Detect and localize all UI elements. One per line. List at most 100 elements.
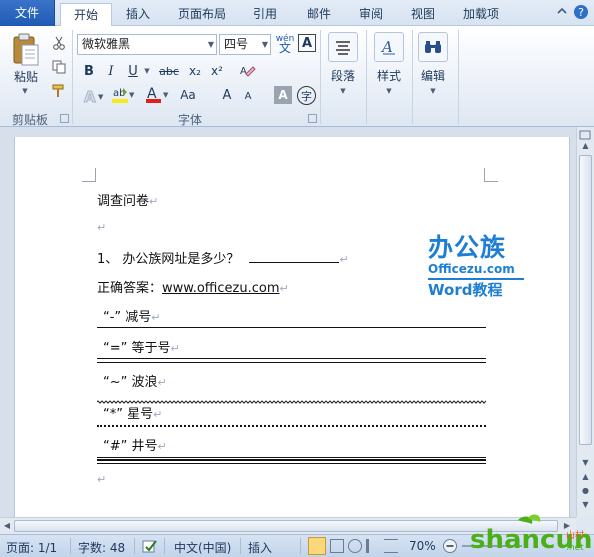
- officezu-logo: 办公族 Officezu.com Word教程: [428, 234, 524, 300]
- help-icon[interactable]: ?: [572, 4, 590, 22]
- doc-hash-line[interactable]: “#” 井号↵: [103, 435, 167, 454]
- browse-object-icon[interactable]: ●: [579, 486, 592, 498]
- doc-question[interactable]: 1、 办公族网址是多少？ ↵: [97, 248, 349, 267]
- scroll-up-arrow[interactable]: ▲: [579, 141, 592, 153]
- full-screen-reading-icon[interactable]: [330, 539, 344, 553]
- answer-url-link[interactable]: www.officezu.com: [162, 281, 279, 296]
- paragraph-mark: ↵: [149, 195, 159, 208]
- enclose-char-button[interactable]: 字: [297, 86, 316, 105]
- draft-view-icon[interactable]: [384, 539, 398, 553]
- doc-star-line[interactable]: “*” 星号↵: [103, 403, 162, 422]
- doc-minus-line[interactable]: “-” 减号↵: [103, 306, 161, 325]
- text-effect-icon[interactable]: A ▼: [80, 86, 106, 106]
- svg-text:?: ?: [578, 6, 584, 19]
- font-size-combo[interactable]: 四号 ▼: [219, 34, 271, 55]
- paragraph-icon[interactable]: [328, 32, 358, 62]
- change-case-button[interactable]: Aa: [174, 86, 202, 104]
- bold-button[interactable]: B: [80, 62, 98, 80]
- highlight-color-icon[interactable]: ab ▼: [110, 84, 136, 106]
- group-separator: [72, 30, 73, 124]
- styles-icon[interactable]: A: [374, 32, 404, 62]
- paste-dropdown-arrow[interactable]: ▼: [20, 86, 30, 96]
- format-painter-icon[interactable]: [50, 82, 68, 100]
- triple-rule-middle: [97, 459, 486, 461]
- copy-icon[interactable]: [50, 58, 68, 76]
- doc-empty-line[interactable]: ↵: [97, 472, 106, 487]
- paragraph-dropdown-arrow[interactable]: ▼: [338, 86, 348, 96]
- italic-button[interactable]: I: [102, 62, 120, 80]
- insert-mode[interactable]: 插入: [248, 539, 272, 556]
- tab-insert[interactable]: 插入: [118, 3, 158, 26]
- minimize-ribbon-icon[interactable]: [553, 4, 571, 22]
- tab-references[interactable]: 引用: [244, 3, 286, 26]
- svg-text:A: A: [240, 66, 247, 77]
- styles-button[interactable]: 样式: [370, 66, 408, 84]
- print-layout-view-icon[interactable]: [308, 537, 326, 555]
- paragraph-button[interactable]: 段落: [324, 66, 362, 84]
- editing-dropdown-arrow[interactable]: ▼: [428, 86, 438, 96]
- chevron-down-icon: ▼: [261, 40, 268, 49]
- cut-icon[interactable]: [50, 34, 68, 52]
- clipboard-launcher-icon[interactable]: [60, 114, 69, 123]
- scroll-down-arrow[interactable]: ▼: [579, 458, 592, 470]
- tab-home[interactable]: 开始: [60, 3, 112, 27]
- doc-question-text: 1、 办公族网址是多少？: [97, 252, 240, 267]
- vertical-scrollbar[interactable]: ▲ ▼ ▲ ● ▼: [576, 127, 594, 517]
- scroll-left-arrow[interactable]: ◀: [2, 521, 12, 533]
- superscript-button[interactable]: x²: [208, 62, 226, 80]
- zoom-out-icon[interactable]: [442, 538, 458, 557]
- doc-title-text: 调查问卷: [97, 194, 150, 209]
- word-count[interactable]: 字数: 48: [78, 539, 125, 556]
- status-separator: [240, 538, 241, 554]
- font-name-combo[interactable]: 微软雅黑 ▼: [77, 34, 217, 55]
- tab-file[interactable]: 文件: [0, 0, 55, 26]
- editing-button[interactable]: 编辑: [414, 66, 452, 84]
- paragraph-mark: ↵: [97, 221, 107, 234]
- page-count[interactable]: 页面: 1/1: [6, 539, 57, 556]
- tab-addins[interactable]: 加载项: [454, 3, 508, 26]
- ruler-toggle-icon[interactable]: [578, 129, 592, 141]
- doc-tilde-line[interactable]: “~” 波浪↵: [103, 371, 167, 390]
- font-color-icon[interactable]: A ▼: [144, 84, 170, 106]
- underline-button[interactable]: U: [124, 62, 142, 80]
- char-border-button[interactable]: A: [298, 34, 316, 52]
- outline-view-icon[interactable]: [366, 539, 380, 553]
- char-shading-button[interactable]: A: [274, 86, 292, 104]
- svg-text:▼: ▼: [98, 93, 104, 101]
- language-indicator[interactable]: 中文(中国): [174, 539, 231, 556]
- dotted-rule: [97, 425, 486, 427]
- subscript-button[interactable]: x₂: [186, 62, 204, 80]
- paste-button[interactable]: 粘贴: [10, 68, 42, 84]
- doc-equals-line[interactable]: “=” 等于号↵: [103, 337, 180, 356]
- zoom-level[interactable]: 70%: [409, 539, 436, 553]
- svg-text:▼: ▼: [163, 91, 169, 99]
- doc-title[interactable]: 调查问卷↵: [97, 190, 158, 209]
- underline-dropdown-arrow[interactable]: ▼: [142, 66, 152, 76]
- strikethrough-button[interactable]: abc: [156, 62, 182, 80]
- next-page-icon[interactable]: ▼: [579, 500, 592, 512]
- styles-dropdown-arrow[interactable]: ▼: [384, 86, 394, 96]
- font-name-value: 微软雅黑: [82, 37, 131, 51]
- grow-font-button[interactable]: A: [218, 86, 236, 104]
- tab-view[interactable]: 视图: [402, 3, 444, 26]
- binoculars-icon[interactable]: [418, 32, 448, 62]
- tab-review[interactable]: 审阅: [350, 3, 392, 26]
- previous-page-icon[interactable]: ▲: [579, 472, 592, 484]
- clear-format-icon[interactable]: A: [238, 62, 258, 80]
- officezu-logo-domain: Officezu.com: [428, 262, 515, 276]
- font-group-label: 字体: [177, 113, 202, 127]
- answer-blank: [249, 251, 340, 263]
- doc-empty-line[interactable]: ↵: [97, 220, 106, 235]
- web-layout-icon[interactable]: [348, 539, 362, 553]
- phonetic-guide-button[interactable]: wén 文: [274, 34, 296, 55]
- doc-answer[interactable]: 正确答案：www.officezu.com↵: [97, 277, 289, 296]
- vertical-scroll-thumb[interactable]: [579, 155, 592, 445]
- paste-icon[interactable]: [8, 32, 44, 68]
- shancun-logo: shancun 山村 .net: [468, 514, 592, 556]
- proofing-icon[interactable]: [142, 538, 158, 557]
- tab-page-layout[interactable]: 页面布局: [170, 3, 234, 26]
- tab-mailings[interactable]: 邮件: [298, 3, 340, 26]
- font-launcher-icon[interactable]: [308, 114, 317, 123]
- paragraph-mark: ↵: [170, 342, 180, 355]
- shrink-font-button[interactable]: A: [240, 88, 256, 104]
